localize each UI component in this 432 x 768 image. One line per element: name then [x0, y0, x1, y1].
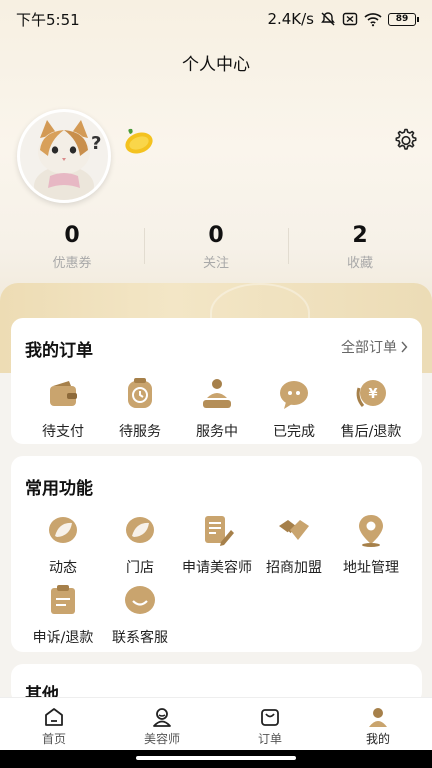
stat-label: 关注: [202, 256, 229, 271]
stat-label: 收藏: [346, 256, 373, 271]
wallet-icon: [50, 381, 77, 406]
cat-avatar-image: [20, 112, 108, 200]
function-apply-beautician[interactable]: 申请美容师: [178, 512, 256, 577]
chat-bubble-icon: [280, 381, 308, 409]
all-orders-link[interactable]: 全部订单: [341, 337, 408, 357]
function-franchise[interactable]: 招商加盟: [255, 512, 333, 577]
tab-profile[interactable]: 我的: [324, 698, 432, 750]
wifi-icon: [364, 13, 382, 27]
sim-blocked-icon: [342, 12, 358, 26]
order-bag-icon: [261, 709, 279, 726]
stat-following[interactable]: 0 关注: [144, 222, 288, 271]
lemon-icon: [122, 126, 156, 160]
order-item-label: 已完成: [273, 424, 315, 440]
network-speed: 2.4K/s: [267, 10, 314, 28]
order-after-sales[interactable]: ¥ 售后/退款: [332, 376, 410, 441]
stat-value: 0: [64, 223, 80, 248]
clock-icon: [128, 378, 152, 408]
bottom-tab-bar: 首页 美容师 订单 我的: [0, 697, 432, 750]
location-pin-icon: [359, 515, 383, 547]
stat-coupons[interactable]: 0 优惠券: [0, 222, 144, 271]
tab-beautician[interactable]: 美容师: [108, 698, 216, 750]
status-bar: 下午5:51 2.4K/s 89: [0, 0, 432, 38]
order-item-label: 服务中: [196, 424, 238, 440]
beautician-icon: [153, 708, 171, 727]
function-label: 招商加盟: [266, 560, 322, 576]
massage-icon: [203, 379, 231, 408]
order-item-label: 待支付: [42, 424, 84, 440]
function-address[interactable]: 地址管理: [332, 512, 410, 577]
status-indicators: 2.4K/s 89: [267, 10, 419, 28]
function-label: 申请美容师: [182, 560, 252, 576]
order-pending-service[interactable]: 待服务: [101, 376, 179, 441]
function-label: 动态: [49, 560, 77, 576]
stat-value: 2: [352, 223, 368, 248]
tab-label: 订单: [257, 732, 282, 746]
function-complaint-refund[interactable]: 申诉/退款: [24, 582, 102, 647]
order-item-label: 售后/退款: [340, 424, 402, 440]
order-in-service[interactable]: 服务中: [178, 376, 256, 441]
refund-icon: ¥: [356, 380, 386, 407]
tab-orders[interactable]: 订单: [216, 698, 324, 750]
tab-home[interactable]: 首页: [0, 698, 108, 750]
profile-stats: 0 优惠券 0 关注 2 收藏: [0, 222, 432, 271]
avatar[interactable]: [17, 109, 111, 203]
functions-title: 常用功能: [25, 479, 93, 499]
tab-label: 首页: [41, 732, 66, 746]
home-indicator[interactable]: [136, 756, 296, 760]
status-time: 下午5:51: [16, 10, 80, 29]
all-orders-label: 全部订单: [341, 340, 397, 356]
leaf-icon: [126, 517, 154, 543]
order-completed[interactable]: 已完成: [255, 376, 333, 441]
home-icon: [45, 708, 63, 726]
function-label: 申诉/退款: [32, 630, 94, 646]
stat-favorites[interactable]: 2 收藏: [288, 222, 432, 271]
function-moments[interactable]: 动态: [24, 512, 102, 577]
functions-card: 常用功能 动态 门店 申请美容师 招商加盟 地址管理 申诉/退款 联系客服: [11, 456, 422, 652]
bell-muted-icon: [321, 12, 335, 26]
function-label: 地址管理: [343, 560, 399, 576]
page-title: 个人中心: [182, 55, 250, 75]
handshake-icon: [279, 520, 309, 541]
stat-label: 优惠券: [52, 256, 92, 271]
tab-label: 我的: [365, 732, 390, 746]
tab-label: 美容师: [143, 732, 180, 746]
function-stores[interactable]: 门店: [101, 512, 179, 577]
profile-icon: [369, 708, 387, 727]
username[interactable]: ?: [91, 133, 101, 154]
stat-value: 0: [208, 223, 224, 248]
leaf-icon: [49, 517, 77, 543]
battery-icon: 89: [388, 12, 419, 26]
orders-title: 我的订单: [25, 341, 93, 361]
function-customer-service[interactable]: 联系客服: [101, 582, 179, 647]
chevron-right-icon: [401, 341, 408, 353]
svg-text:¥: ¥: [368, 387, 377, 402]
function-label: 门店: [126, 560, 154, 576]
settings-gear-icon[interactable]: [392, 127, 418, 153]
order-pending-payment[interactable]: 待支付: [24, 376, 102, 441]
orders-card: 我的订单 全部订单 待支付 待服务 服务中 已完成 ¥ 售后/退款: [11, 318, 422, 444]
customer-service-icon: [125, 586, 155, 614]
order-item-label: 待服务: [119, 424, 161, 440]
edit-document-icon: [205, 516, 234, 546]
clipboard-icon: [51, 585, 75, 614]
function-label: 联系客服: [112, 630, 168, 646]
